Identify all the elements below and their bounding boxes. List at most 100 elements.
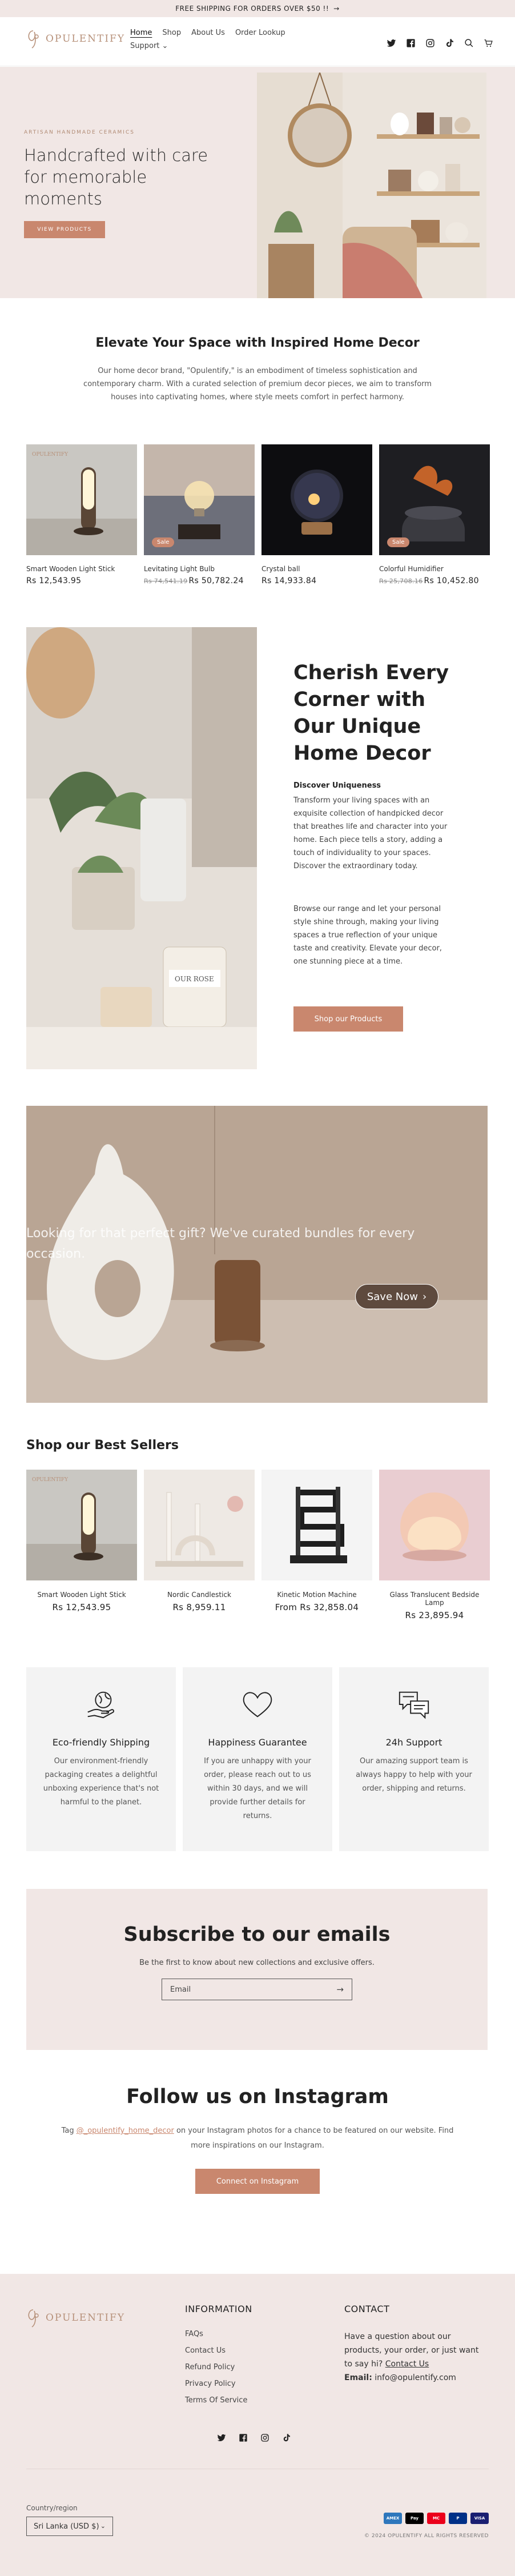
feature-title: Eco-friendly Shipping: [52, 1737, 150, 1748]
product-old-price: Rs 25,708.16: [379, 577, 423, 585]
arrow-right-icon: ›: [422, 1290, 427, 1303]
product-name[interactable]: Colorful Humidifier: [379, 565, 490, 573]
footer-social-icons: [217, 2433, 291, 2445]
country-label: Country/region: [26, 2504, 78, 2512]
hero-eyebrow: ARTISAN HANDMADE CERAMICS: [24, 130, 135, 135]
product-price: Rs 25,708.16 Rs 10,452.80: [379, 576, 490, 585]
instagram-text-before: Tag: [61, 2126, 77, 2135]
facebook-icon[interactable]: [405, 38, 416, 48]
product-card[interactable]: OPULENTIFY Smart Wooden Light Stick Rs 1…: [26, 1470, 137, 1620]
product-price: Rs 74,541.19 Rs 50,782.24: [144, 576, 255, 585]
product-card[interactable]: Glass Translucent Bedside Lamp Rs 23,895…: [379, 1470, 490, 1620]
subscribe-section: Subscribe to our emails Be the first to …: [26, 1889, 488, 2050]
site-footer: OPULENTIFY INFORMATION FAQs Contact Us R…: [0, 2274, 515, 2576]
twitter-icon[interactable]: [217, 2433, 226, 2445]
instagram-icon[interactable]: [425, 38, 435, 48]
cart-icon[interactable]: [483, 38, 493, 48]
copyright: © 2024 OPULENTIFY ALL RIGHTS RESERVED: [364, 2533, 489, 2539]
tiktok-icon[interactable]: [444, 38, 454, 48]
save-now-label: Save Now: [367, 1290, 418, 1303]
footer-email[interactable]: info@opulentify.com: [375, 2373, 456, 2382]
cherish-subtitle: Discover Uniqueness: [293, 781, 381, 790]
product-price-value: Rs 10,452.80: [424, 576, 479, 585]
svg-text:OPULENTIFY: OPULENTIFY: [32, 452, 69, 458]
product-card[interactable]: Sale Levitating Light Bulb Rs 74,541.19 R…: [144, 444, 255, 585]
product-card[interactable]: Sale Colorful Humidifier Rs 25,708.16 Rs …: [379, 444, 490, 585]
nav-about-us[interactable]: About Us: [191, 29, 225, 37]
footer-contact-title: CONTACT: [344, 2304, 390, 2314]
chevron-down-icon: ⌄: [100, 2522, 106, 2530]
best-sellers-grid: OPULENTIFY Smart Wooden Light Stick Rs 1…: [26, 1470, 490, 1620]
view-products-button[interactable]: VIEW PRODUCTS: [24, 221, 105, 238]
feature-card: Happiness Guarantee If you are unhappy w…: [183, 1667, 332, 1851]
footer-contact: Have a question about our products, your…: [344, 2330, 487, 2385]
cherish-paragraph-2: Browse our range and let your personal s…: [293, 905, 442, 966]
product-price-value: Rs 14,933.84: [261, 576, 317, 585]
product-image[interactable]: Sale: [379, 444, 490, 555]
tiktok-icon[interactable]: [282, 2433, 291, 2445]
announcement-arrow-icon[interactable]: →: [333, 5, 340, 13]
logo-mark-icon: [25, 27, 42, 50]
facebook-icon[interactable]: [239, 2433, 248, 2445]
product-card[interactable]: Kinetic Motion Machine From Rs 32,858.04: [261, 1470, 372, 1620]
instagram-tag-link[interactable]: @_opulentify_home_decor: [77, 2126, 174, 2135]
hero-image: [257, 73, 486, 298]
connect-instagram-button[interactable]: Connect on Instagram: [195, 2169, 320, 2194]
elevate-title: Elevate Your Space with Inspired Home De…: [95, 336, 420, 350]
product-image[interactable]: [144, 1470, 255, 1580]
product-name[interactable]: Levitating Light Bulb: [144, 565, 255, 573]
shop-our-products-button[interactable]: Shop our Products: [293, 1006, 403, 1032]
product-card[interactable]: Nordic Candlestick Rs 8,959.11: [144, 1470, 255, 1620]
subscribe-arrow-icon[interactable]: →: [336, 1984, 344, 1995]
product-name[interactable]: Smart Wooden Light Stick: [26, 565, 137, 573]
footer-link-privacy-policy[interactable]: Privacy Policy: [185, 2380, 247, 2388]
nav-support[interactable]: Support ⌄: [130, 42, 168, 50]
nav-shop[interactable]: Shop: [162, 29, 181, 37]
product-card[interactable]: OPULENTIFY Smart Wooden Light Stick Rs 1…: [26, 444, 137, 585]
product-name[interactable]: Smart Wooden Light Stick: [26, 1591, 137, 1599]
product-price-value: Rs 12,543.95: [26, 576, 82, 585]
footer-link-contact-us[interactable]: Contact Us: [185, 2346, 247, 2355]
nav-order-lookup[interactable]: Order Lookup: [235, 29, 285, 37]
instagram-text: Tag @_opulentify_home_decor on your Inst…: [57, 2124, 458, 2153]
chat-bubbles-icon: [396, 1691, 432, 1724]
svg-text:OPULENTIFY: OPULENTIFY: [32, 1477, 69, 1483]
search-icon[interactable]: [464, 38, 474, 48]
cherish-image: OUR ROSE: [26, 627, 257, 1069]
product-image[interactable]: OPULENTIFY: [26, 444, 137, 555]
feature-text: Our amazing support team is always happy…: [356, 1757, 472, 1793]
save-now-button[interactable]: Save Now ›: [355, 1284, 438, 1309]
footer-email-label: Email:: [344, 2373, 372, 2382]
instagram-icon[interactable]: [260, 2433, 269, 2445]
footer-link-faqs[interactable]: FAQs: [185, 2330, 247, 2338]
footer-logo[interactable]: OPULENTIFY: [25, 2306, 125, 2329]
product-name[interactable]: Kinetic Motion Machine: [261, 1591, 372, 1599]
product-card[interactable]: Crystal ball Rs 14,933.84: [261, 444, 372, 585]
announcement-text: FREE SHIPPING FOR ORDERS OVER $50 !!: [175, 5, 329, 13]
product-image[interactable]: [261, 1470, 372, 1580]
product-image[interactable]: Sale: [144, 444, 255, 555]
email-field[interactable]: Email →: [162, 1979, 352, 2000]
product-image[interactable]: OPULENTIFY: [26, 1470, 137, 1580]
product-name[interactable]: Nordic Candlestick: [144, 1591, 255, 1599]
header-icons: [386, 38, 493, 48]
footer-contact-link[interactable]: Contact Us: [385, 2360, 429, 2369]
product-price: Rs 12,543.95: [26, 576, 137, 585]
instagram-text-after: on your Instagram photos for a chance to…: [174, 2126, 454, 2150]
product-price-value: Rs 50,782.24: [188, 576, 244, 585]
sale-badge: Sale: [387, 537, 410, 547]
product-image[interactable]: [261, 444, 372, 555]
visa-icon: VISA: [470, 2513, 489, 2524]
footer-link-refund-policy[interactable]: Refund Policy: [185, 2363, 247, 2372]
product-name[interactable]: Crystal ball: [261, 565, 372, 573]
nav-home[interactable]: Home: [130, 29, 152, 37]
product-name[interactable]: Glass Translucent Bedside Lamp: [379, 1591, 490, 1607]
product-image[interactable]: [379, 1470, 490, 1580]
mastercard-icon: MC: [427, 2513, 445, 2524]
footer-link-terms[interactable]: Terms Of Service: [185, 2396, 247, 2405]
logo[interactable]: OPULENTIFY: [25, 27, 125, 50]
country-select[interactable]: Sri Lanka (USD $) ⌄: [26, 2517, 113, 2536]
logo-mark-icon: [25, 2306, 42, 2329]
elevate-text: Our home decor brand, "Opulentify," is a…: [83, 367, 432, 402]
twitter-icon[interactable]: [386, 38, 396, 48]
